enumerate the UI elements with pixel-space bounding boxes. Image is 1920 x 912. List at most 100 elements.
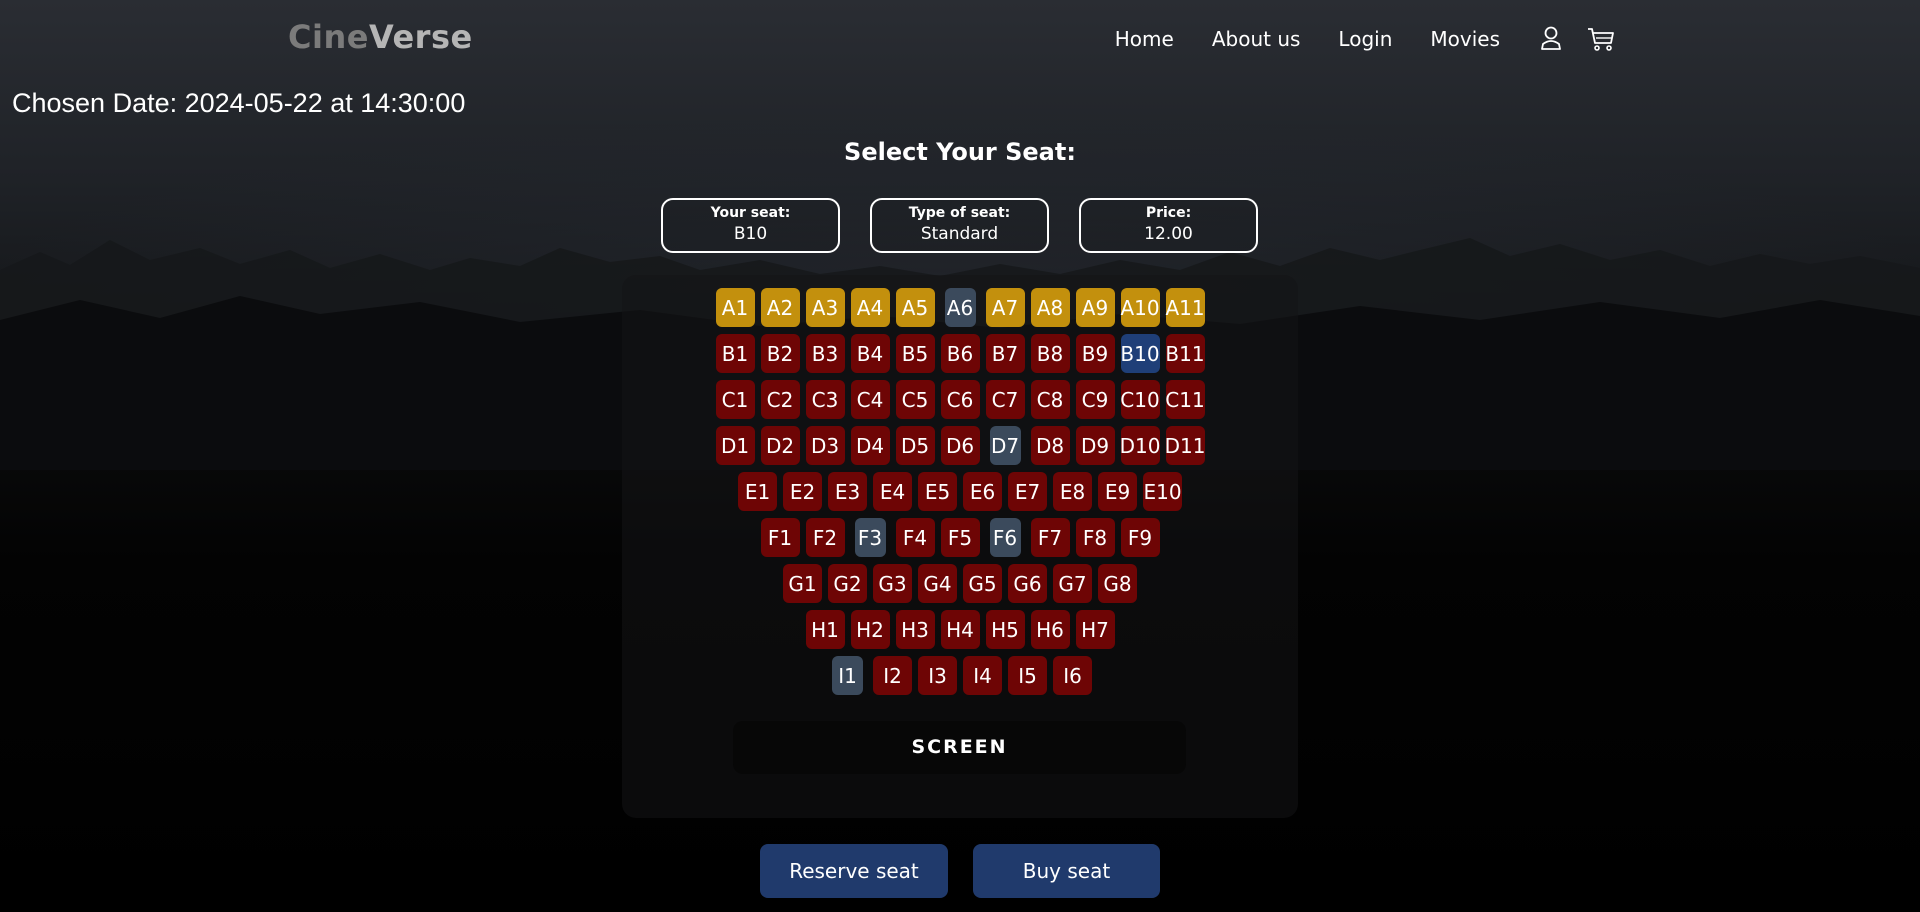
seat-c6[interactable]: C6 xyxy=(940,380,980,419)
seat-grid: A1 A2 A3 A4 A5 A6 A7 A8 A9 A10 A11 B1 B2 B3 B4 B5 B6 B7 B8… xyxy=(622,288,1298,702)
seat-f4[interactable]: F4 xyxy=(895,518,935,557)
seat-f1[interactable]: F1 xyxy=(760,518,800,557)
seat-c5[interactable]: C5 xyxy=(895,380,935,419)
seat-b1[interactable]: B1 xyxy=(715,334,755,373)
seat-a4[interactable]: A4 xyxy=(850,288,890,327)
seat-e9[interactable]: E9 xyxy=(1098,472,1137,511)
seat-d10[interactable]: D10 xyxy=(1120,426,1160,465)
seat-g1[interactable]: G1 xyxy=(783,564,822,603)
nav-link-login[interactable]: Login xyxy=(1338,27,1392,51)
seat-row-a: A1 A2 A3 A4 A5 A6 A7 A8 A9 A10 A11 xyxy=(622,288,1298,334)
seat-a11[interactable]: A11 xyxy=(1165,288,1205,327)
seat-e7[interactable]: E7 xyxy=(1008,472,1047,511)
seat-b3[interactable]: B3 xyxy=(805,334,845,373)
seat-h6[interactable]: H6 xyxy=(1030,610,1070,649)
seat-d4[interactable]: D4 xyxy=(850,426,890,465)
seat-d3[interactable]: D3 xyxy=(805,426,845,465)
seat-a2[interactable]: A2 xyxy=(760,288,800,327)
seat-e10[interactable]: E10 xyxy=(1143,472,1182,511)
seat-f5[interactable]: F5 xyxy=(940,518,980,557)
seat-a3[interactable]: A3 xyxy=(805,288,845,327)
reserve-seat-button[interactable]: Reserve seat xyxy=(760,844,948,898)
seat-row-e: E1 E2 E3 E4 E5 E6 E7 E8 E9 E10 xyxy=(622,472,1298,518)
seat-d8[interactable]: D8 xyxy=(1030,426,1070,465)
seat-f7[interactable]: F7 xyxy=(1030,518,1070,557)
seat-i6[interactable]: I6 xyxy=(1053,656,1092,695)
seat-i5[interactable]: I5 xyxy=(1008,656,1047,695)
seat-c4[interactable]: C4 xyxy=(850,380,890,419)
seat-row-g: G1 G2 G3 G4 G5 G6 G7 G8 xyxy=(622,564,1298,610)
seat-d5[interactable]: D5 xyxy=(895,426,935,465)
navbar: CineVerse Home About us Login Movies xyxy=(0,0,1920,78)
seat-d6[interactable]: D6 xyxy=(940,426,980,465)
seat-g5[interactable]: G5 xyxy=(963,564,1002,603)
seat-c10[interactable]: C10 xyxy=(1120,380,1160,419)
seat-f3: F3 xyxy=(854,518,886,557)
price-box: Price: 12.00 xyxy=(1079,198,1258,253)
seat-g6[interactable]: G6 xyxy=(1008,564,1047,603)
seat-e5[interactable]: E5 xyxy=(918,472,957,511)
seat-h3[interactable]: H3 xyxy=(895,610,935,649)
seat-info-row: Your seat: B10 Type of seat: Standard Pr… xyxy=(661,198,1258,253)
seat-e3[interactable]: E3 xyxy=(828,472,867,511)
nav-link-home[interactable]: Home xyxy=(1115,27,1174,51)
seat-f9[interactable]: F9 xyxy=(1120,518,1160,557)
seat-e4[interactable]: E4 xyxy=(873,472,912,511)
seat-a1[interactable]: A1 xyxy=(715,288,755,327)
seat-g8[interactable]: G8 xyxy=(1098,564,1137,603)
seat-i4[interactable]: I4 xyxy=(963,656,1002,695)
seat-b4[interactable]: B4 xyxy=(850,334,890,373)
seat-d11[interactable]: D11 xyxy=(1165,426,1205,465)
seat-h7[interactable]: H7 xyxy=(1075,610,1115,649)
seat-c2[interactable]: C2 xyxy=(760,380,800,419)
seat-d2[interactable]: D2 xyxy=(760,426,800,465)
seat-b6[interactable]: B6 xyxy=(940,334,980,373)
seat-f8[interactable]: F8 xyxy=(1075,518,1115,557)
seat-e6[interactable]: E6 xyxy=(963,472,1002,511)
seat-f2[interactable]: F2 xyxy=(805,518,845,557)
seat-h2[interactable]: H2 xyxy=(850,610,890,649)
your-seat-label: Your seat: xyxy=(710,205,791,221)
seat-d9[interactable]: D9 xyxy=(1075,426,1115,465)
seat-b10[interactable]: B10 xyxy=(1120,334,1160,373)
your-seat-box: Your seat: B10 xyxy=(661,198,840,253)
user-icon[interactable] xyxy=(1536,24,1566,54)
seat-c8[interactable]: C8 xyxy=(1030,380,1070,419)
select-seat-title: Select Your Seat: xyxy=(844,138,1076,166)
seat-a8[interactable]: A8 xyxy=(1030,288,1070,327)
brand-logo[interactable]: CineVerse xyxy=(288,18,473,56)
seat-g4[interactable]: G4 xyxy=(918,564,957,603)
seat-d1[interactable]: D1 xyxy=(715,426,755,465)
seat-b2[interactable]: B2 xyxy=(760,334,800,373)
seat-i2[interactable]: I2 xyxy=(873,656,912,695)
seat-b7[interactable]: B7 xyxy=(985,334,1025,373)
seat-b9[interactable]: B9 xyxy=(1075,334,1115,373)
buy-seat-button[interactable]: Buy seat xyxy=(973,844,1160,898)
seat-b11[interactable]: B11 xyxy=(1165,334,1205,373)
seat-e1[interactable]: E1 xyxy=(738,472,777,511)
seat-b8[interactable]: B8 xyxy=(1030,334,1070,373)
seat-e8[interactable]: E8 xyxy=(1053,472,1092,511)
nav-link-about-us[interactable]: About us xyxy=(1212,27,1301,51)
seat-a7[interactable]: A7 xyxy=(985,288,1025,327)
seat-c11[interactable]: C11 xyxy=(1165,380,1205,419)
seat-a10[interactable]: A10 xyxy=(1120,288,1160,327)
seat-g2[interactable]: G2 xyxy=(828,564,867,603)
seat-c1[interactable]: C1 xyxy=(715,380,755,419)
seat-c7[interactable]: C7 xyxy=(985,380,1025,419)
seat-h1[interactable]: H1 xyxy=(805,610,845,649)
seat-b5[interactable]: B5 xyxy=(895,334,935,373)
seat-e2[interactable]: E2 xyxy=(783,472,822,511)
seat-c9[interactable]: C9 xyxy=(1075,380,1115,419)
seat-row-b: B1 B2 B3 B4 B5 B6 B7 B8 B9 B10 B11 xyxy=(622,334,1298,380)
seat-a5[interactable]: A5 xyxy=(895,288,935,327)
seat-g7[interactable]: G7 xyxy=(1053,564,1092,603)
seat-c3[interactable]: C3 xyxy=(805,380,845,419)
seat-g3[interactable]: G3 xyxy=(873,564,912,603)
seat-a9[interactable]: A9 xyxy=(1075,288,1115,327)
seat-h5[interactable]: H5 xyxy=(985,610,1025,649)
cart-icon[interactable] xyxy=(1586,24,1616,54)
seat-h4[interactable]: H4 xyxy=(940,610,980,649)
nav-link-movies[interactable]: Movies xyxy=(1430,27,1500,51)
seat-i3[interactable]: I3 xyxy=(918,656,957,695)
